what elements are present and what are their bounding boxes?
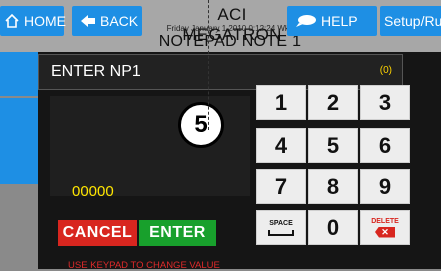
- back-arrow-icon: [80, 13, 96, 29]
- setup-run-button[interactable]: Setup/Run: [380, 6, 441, 36]
- key-0[interactable]: 0: [308, 210, 358, 245]
- page-subtitle: NOTEPAD NOTE 1: [158, 33, 302, 50]
- hint-text: USE KEYPAD TO CHANGE VALUE: [68, 260, 220, 271]
- top-bar: HOME BACK ACI MEGATRON Friday January 1,…: [0, 0, 441, 52]
- chat-bubble-icon: [295, 14, 317, 28]
- back-button[interactable]: BACK: [72, 6, 142, 36]
- nav-item-1[interactable]: [0, 52, 38, 96]
- delete-label: DELETE: [371, 217, 399, 225]
- dialog-title: ENTER NP1: [51, 63, 141, 80]
- step-number-badge: 5: [178, 102, 224, 148]
- setup-run-label: Setup/Run: [384, 13, 441, 29]
- nav-item-3[interactable]: [0, 140, 38, 184]
- key-7[interactable]: 7: [256, 169, 306, 204]
- space-bar-icon: [268, 229, 294, 236]
- home-icon: [4, 13, 20, 29]
- key-9[interactable]: 9: [360, 169, 410, 204]
- help-label: HELP: [321, 13, 358, 29]
- help-button[interactable]: HELP: [287, 6, 377, 36]
- back-label: BACK: [100, 13, 139, 29]
- key-8[interactable]: 8: [308, 169, 358, 204]
- key-delete[interactable]: DELETE ✕: [360, 210, 410, 245]
- keypad-dialog: ENTER NP1 (0) 5 00000 CANCEL ENTER USE K…: [38, 52, 441, 271]
- home-label: HOME: [24, 13, 66, 29]
- backspace-icon: ✕: [375, 226, 395, 238]
- cancel-button[interactable]: CANCEL: [58, 220, 137, 246]
- space-label: SPACE: [269, 219, 293, 227]
- pointer-guide-line: [208, 0, 210, 130]
- key-space[interactable]: SPACE: [256, 210, 306, 245]
- date-time: Friday January 1,2010 0:12:24 Wk1: [166, 24, 294, 33]
- key-5[interactable]: 5: [308, 128, 358, 163]
- key-4[interactable]: 4: [256, 128, 306, 163]
- value-panel: [50, 96, 250, 196]
- enter-button[interactable]: ENTER: [139, 220, 216, 246]
- nav-item-2[interactable]: [0, 98, 38, 142]
- key-6[interactable]: 6: [360, 128, 410, 163]
- key-3[interactable]: 3: [360, 85, 410, 120]
- value-display: 00000: [72, 183, 114, 200]
- dialog-count: (0): [379, 65, 392, 76]
- home-button[interactable]: HOME: [0, 6, 66, 36]
- key-1[interactable]: 1: [256, 85, 306, 120]
- key-2[interactable]: 2: [308, 85, 358, 120]
